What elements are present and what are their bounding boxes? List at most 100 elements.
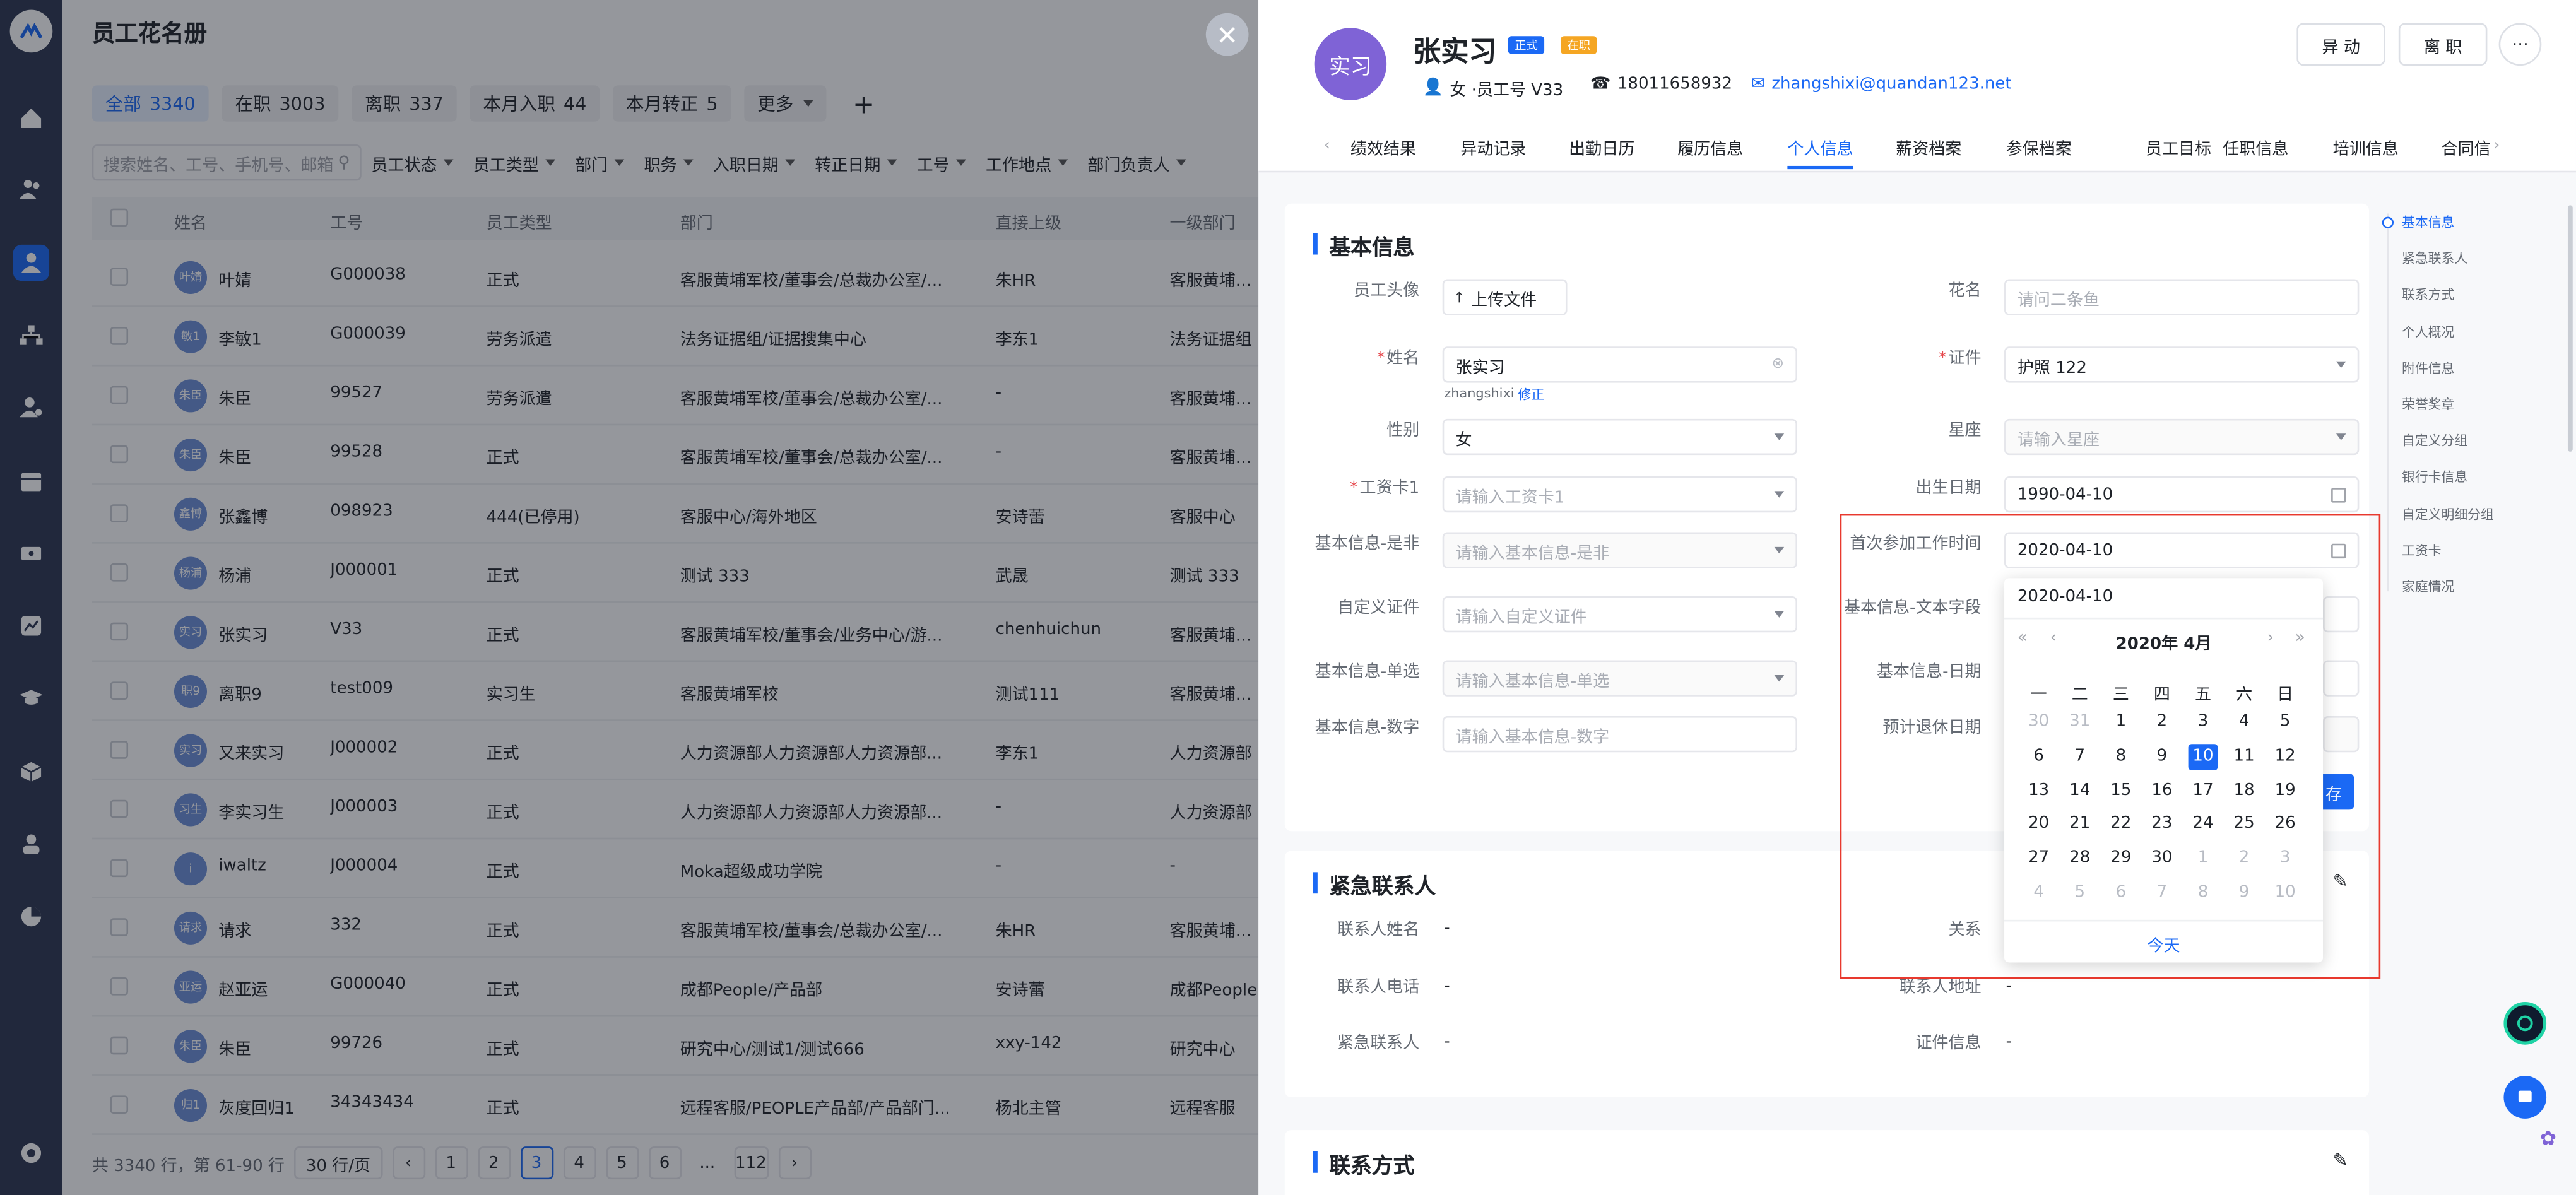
calendar-day[interactable]: 6: [2024, 744, 2053, 770]
yn-label: 基本信息-是非: [1315, 535, 1420, 554]
tab-7[interactable]: 员工目标: [2146, 134, 2211, 160]
calendar-day[interactable]: 2: [2148, 710, 2177, 736]
anchor-item[interactable]: 联系方式: [2402, 286, 2454, 305]
calendar-day[interactable]: 28: [2065, 846, 2094, 873]
calendar-day[interactable]: 6: [2106, 880, 2136, 907]
custom-cert-select[interactable]: 请输入自定义证件: [1442, 596, 1798, 633]
tab-3[interactable]: 履历信息: [1677, 134, 1743, 160]
drawer-header: 实习 张实习 正式 在职 👤 女 ·员工号 V33 ☎ 18011658932 ✉ z…: [1258, 0, 2576, 173]
calendar-day[interactable]: 9: [2148, 744, 2177, 770]
calendar-day[interactable]: 12: [2271, 744, 2300, 770]
name-input[interactable]: 张实习 ⊗: [1442, 346, 1798, 383]
calendar-day[interactable]: 24: [2189, 812, 2218, 839]
anchor-item[interactable]: 附件信息: [2402, 360, 2454, 378]
star-select[interactable]: 请输入星座: [2004, 418, 2360, 456]
gender-select[interactable]: 女: [1442, 418, 1798, 456]
calendar-day[interactable]: 22: [2106, 812, 2136, 839]
tab-1[interactable]: 异动记录: [1460, 134, 1526, 160]
calendar-day[interactable]: 20: [2024, 812, 2053, 839]
tab-2[interactable]: 出勤日历: [1569, 134, 1634, 160]
calendar-day[interactable]: 4: [2024, 880, 2053, 907]
tab-9[interactable]: 培训信息: [2333, 134, 2399, 160]
calendar-day[interactable]: 14: [2065, 778, 2094, 804]
picker-input[interactable]: 2020-04-10: [2018, 588, 2113, 606]
calendar-day[interactable]: 18: [2230, 778, 2259, 804]
calendar-day[interactable]: 31: [2065, 710, 2094, 736]
anchor-item[interactable]: 个人概况: [2402, 323, 2454, 341]
calendar-day[interactable]: 2: [2230, 846, 2259, 873]
calendar-day[interactable]: 3: [2271, 846, 2300, 873]
anchor-item[interactable]: 家庭情况: [2402, 578, 2454, 596]
transfer-button[interactable]: 异 动: [2296, 23, 2385, 66]
next-year-icon[interactable]: »: [2295, 629, 2305, 647]
close-icon[interactable]: ✕: [1205, 13, 1249, 56]
tab-4[interactable]: 个人信息: [1787, 134, 1853, 170]
calendar-day[interactable]: 10: [2188, 743, 2218, 770]
calendar-day[interactable]: 10: [2271, 880, 2300, 907]
calendar-day[interactable]: 5: [2271, 710, 2300, 736]
anchor-item[interactable]: 荣誉奖章: [2402, 396, 2454, 414]
tab-6[interactable]: 参保档案: [2006, 134, 2072, 160]
tab-5[interactable]: 薪资档案: [1896, 134, 1961, 160]
next-month-icon[interactable]: ›: [2267, 629, 2274, 647]
calendar-day[interactable]: 16: [2148, 778, 2177, 804]
anchor-item[interactable]: 基本信息: [2402, 213, 2454, 232]
anchor-item[interactable]: 自定义明细分组: [2402, 505, 2494, 524]
anchor-item[interactable]: 工资卡: [2402, 542, 2441, 560]
calendar-day[interactable]: 1: [2189, 846, 2218, 873]
brain-icon[interactable]: ✿: [2540, 1127, 2556, 1150]
calendar-day[interactable]: 15: [2106, 778, 2136, 804]
tab-10[interactable]: 合同信: [2442, 134, 2491, 160]
calendar-day[interactable]: 25: [2230, 812, 2259, 839]
calendar-day[interactable]: 19: [2271, 778, 2300, 804]
birth-date-input[interactable]: 1990-04-10: [2004, 476, 2360, 513]
anchor-rail: [2387, 213, 2389, 592]
nickname-input[interactable]: 请问二条鱼: [2004, 279, 2360, 315]
calendar-day[interactable]: 11: [2230, 744, 2259, 770]
calendar-day[interactable]: 13: [2024, 778, 2053, 804]
calendar-day[interactable]: 17: [2189, 778, 2218, 804]
calendar-day[interactable]: 8: [2189, 880, 2218, 907]
calendar-day[interactable]: 3: [2189, 710, 2218, 736]
scrollbar[interactable]: [2567, 205, 2573, 452]
today-button[interactable]: 今天: [2004, 931, 2323, 956]
number-input[interactable]: 请输入基本信息-数字: [1442, 716, 1798, 753]
cert-select[interactable]: 护照 122: [2004, 346, 2360, 383]
calendar-day[interactable]: 8: [2106, 744, 2136, 770]
email-meta[interactable]: ✉ zhangshixi@quandan123.net: [1751, 76, 2012, 94]
calendar-day[interactable]: 27: [2024, 846, 2053, 873]
clear-icon[interactable]: ⊗: [1772, 356, 1785, 373]
edit-icon[interactable]: ✎: [2333, 1150, 2348, 1171]
tab-8[interactable]: 任职信息: [2223, 134, 2288, 160]
more-button[interactable]: ⋯: [2498, 23, 2542, 66]
calendar-day[interactable]: 26: [2271, 812, 2300, 839]
calendar-day[interactable]: 29: [2106, 846, 2136, 873]
calendar-day[interactable]: 5: [2065, 880, 2094, 907]
tabs-next-icon[interactable]: ›: [2494, 138, 2500, 155]
upload-button[interactable]: ⤒ 上传文件: [1442, 279, 1568, 315]
calendar-day[interactable]: 1: [2106, 710, 2136, 736]
calendar-day[interactable]: 7: [2065, 744, 2094, 770]
single-select[interactable]: 请输入基本信息-单选: [1442, 660, 1798, 697]
calendar-day[interactable]: 9: [2230, 880, 2259, 907]
fix-link[interactable]: 修正: [1518, 386, 1544, 404]
ec-contact-value: -: [1444, 1033, 1450, 1052]
calendar-day[interactable]: 23: [2148, 812, 2177, 839]
tabs-prev-icon[interactable]: ‹: [1324, 138, 1330, 155]
anchor-item[interactable]: 紧急联系人: [2402, 250, 2467, 268]
card-select[interactable]: 请输入工资卡1: [1442, 476, 1798, 513]
yn-select[interactable]: 请输入基本信息-是非: [1442, 532, 1798, 568]
calendar-day[interactable]: 21: [2065, 812, 2094, 839]
assistant-icon[interactable]: [2503, 1002, 2547, 1045]
modal-overlay[interactable]: [0, 0, 1262, 1195]
tab-0[interactable]: 绩效结果: [1350, 134, 1416, 160]
leave-button[interactable]: 离 职: [2398, 23, 2488, 66]
chat-icon[interactable]: [2503, 1076, 2547, 1119]
anchor-item[interactable]: 自定义分组: [2402, 432, 2467, 450]
calendar-day[interactable]: 30: [2148, 846, 2177, 873]
picker-month[interactable]: 2020年 4月: [2004, 629, 2323, 654]
calendar-day[interactable]: 7: [2148, 880, 2177, 907]
anchor-item[interactable]: 银行卡信息: [2402, 469, 2467, 487]
calendar-day[interactable]: 30: [2024, 710, 2053, 736]
calendar-day[interactable]: 4: [2230, 710, 2259, 736]
